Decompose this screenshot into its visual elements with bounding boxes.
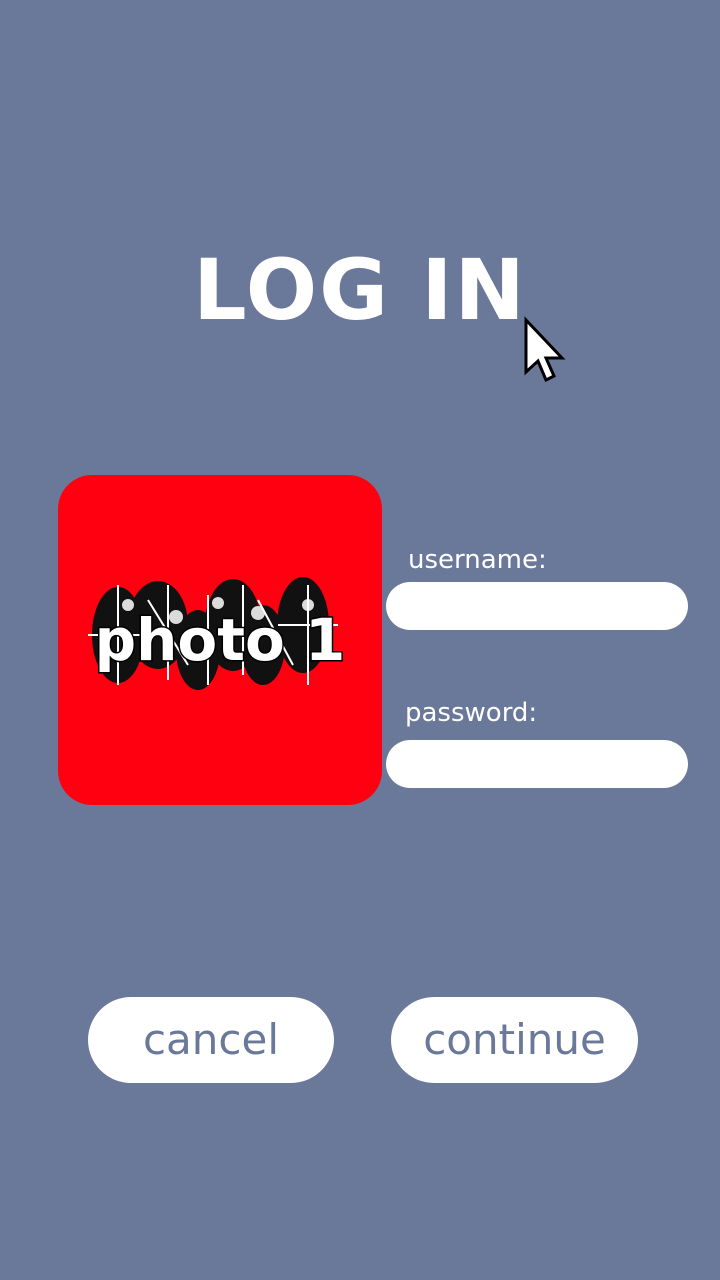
profile-photo[interactable]: photo 1 xyxy=(58,475,382,805)
password-input[interactable] xyxy=(386,740,688,788)
username-label: username: xyxy=(408,545,547,575)
page-title: LOG IN xyxy=(193,241,527,339)
password-label: password: xyxy=(405,698,538,728)
photo-splatter-graphic: photo 1 xyxy=(88,577,347,690)
username-input[interactable] xyxy=(386,582,688,630)
cancel-button[interactable]: cancel xyxy=(88,997,334,1083)
continue-button[interactable]: continue xyxy=(391,997,638,1083)
photo-label: photo 1 xyxy=(95,606,346,674)
mouse-pointer-icon xyxy=(524,316,566,383)
